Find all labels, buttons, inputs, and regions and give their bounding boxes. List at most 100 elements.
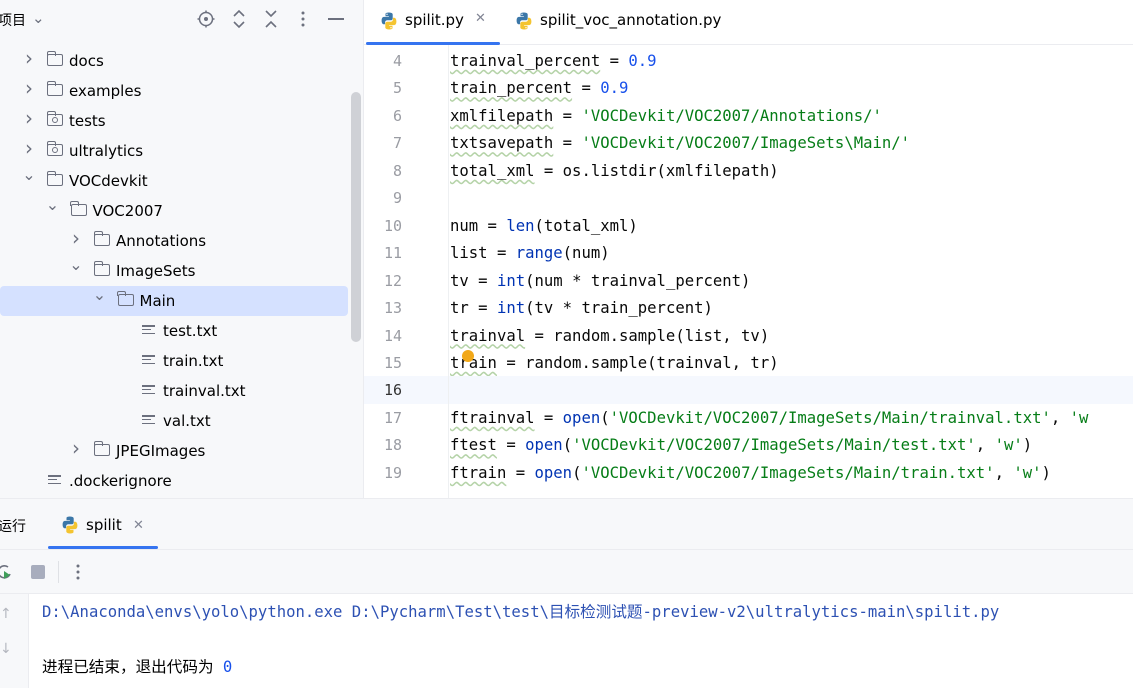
tree-item-label: Main <box>139 292 176 310</box>
chevron-right-icon[interactable]: › <box>22 108 36 128</box>
chevron-down-icon[interactable]: ⌄ <box>93 286 107 304</box>
line-number: 17 <box>383 408 402 427</box>
line-number: 14 <box>383 326 402 345</box>
tree-item[interactable]: › tests <box>0 106 348 136</box>
line-number: 10 <box>383 216 402 235</box>
tree-item[interactable]: ⌄ VOCdevkit <box>0 166 348 196</box>
line-number: 4 <box>392 52 402 70</box>
tree-item[interactable]: train.txt <box>0 346 348 376</box>
locate-icon[interactable] <box>197 10 215 28</box>
line-number: 6 <box>392 106 402 125</box>
code-text: ftest = open('VOCDevkit/VOC2007/ImageSet… <box>450 436 1033 455</box>
code-line[interactable]: 14 trainval = random.sample(list, tv) <box>364 322 1133 350</box>
arrow-down-icon[interactable]: ↓ <box>0 641 12 657</box>
code-line[interactable]: 10 num = len(total_xml) <box>364 212 1133 240</box>
tree-item[interactable]: ⌄ ImageSets <box>0 256 348 286</box>
run-panel: 运行 spilit ✕ ↑ ↓ D:\Anaconda\envs\yolo\py… <box>0 498 1133 688</box>
chevron-down-icon[interactable]: ⌄ <box>69 256 83 274</box>
chevron-right-icon[interactable]: › <box>69 438 83 458</box>
code-line[interactable]: 17 ftrainval = open('VOCDevkit/VOC2007/Im… <box>364 404 1133 432</box>
tree-item-label: JPEGImages <box>116 442 206 460</box>
code-line[interactable]: 6 xmlfilepath = 'VOCDevkit/VOC2007/Annota… <box>364 102 1133 130</box>
tab-spilit-voc-annotation-py[interactable]: spilit_voc_annotation.py <box>504 0 734 44</box>
editor-tab-bar: spilit.py ✕ spilit_voc_annotation.py <box>364 0 1133 45</box>
code-line[interactable]: 16 <box>364 376 1133 404</box>
line-number: 8 <box>392 161 402 180</box>
code-editor[interactable]: 4 trainval_percent = 0.9 5 train_percent = … <box>364 45 1133 498</box>
code-line[interactable]: 18 ftest = open('VOCDevkit/VOC2007/ImageS… <box>364 431 1133 459</box>
tree-item[interactable]: test.txt <box>0 316 348 346</box>
scrollbar-thumb[interactable] <box>351 92 361 342</box>
project-title[interactable]: 项目 <box>0 10 26 30</box>
tree-item-label: test.txt <box>163 322 218 340</box>
code-line[interactable]: 8 total_xml = os.listdir(xmlfilepath) <box>364 157 1133 185</box>
chevron-right-icon[interactable]: › <box>69 228 83 248</box>
tab-spilit-py[interactable]: spilit.py ✕ <box>364 0 500 45</box>
run-tab-bar: 运行 spilit ✕ <box>0 499 1133 550</box>
tree-item-label: docs <box>69 52 104 70</box>
tree-item[interactable]: › ultralytics <box>0 136 348 166</box>
stop-icon[interactable] <box>31 565 45 579</box>
minimize-icon[interactable] <box>328 18 344 20</box>
line-number: 15 <box>383 353 402 372</box>
code-line[interactable]: 13 tr = int(tv * train_percent) <box>364 294 1133 322</box>
run-side-toolbar: ↑ ↓ <box>0 594 29 688</box>
tree-item[interactable]: › Annotations <box>0 226 348 256</box>
code-text: trainval_percent = 0.9 <box>450 52 657 70</box>
text-file-icon <box>142 325 155 337</box>
tree-item[interactable]: .dockerignore <box>0 466 348 496</box>
tree-item[interactable]: ⌄ Main <box>0 286 348 316</box>
folder-icon <box>117 290 134 306</box>
code-text: xmlfilepath = 'VOCDevkit/VOC2007/Annotat… <box>450 106 882 125</box>
tree-item[interactable]: › examples <box>0 76 348 106</box>
chevron-down-icon[interactable]: ⌄ <box>46 196 60 214</box>
more-options-icon[interactable] <box>75 563 81 581</box>
exit-code: 0 <box>222 658 233 676</box>
code-line[interactable]: 12 tv = int(num * trainval_percent) <box>364 267 1133 295</box>
code-line[interactable]: 11 list = range(num) <box>364 239 1133 267</box>
tree-item-label: ImageSets <box>116 262 196 280</box>
tree-item-label: VOC2007 <box>92 202 163 220</box>
tree-item[interactable]: › docs <box>0 46 348 76</box>
chevron-down-icon[interactable]: ⌄ <box>22 166 36 184</box>
folder-icon <box>46 170 63 186</box>
active-tab-indicator <box>48 546 158 549</box>
code-line[interactable]: 7 txtsavepath = 'VOCDevkit/VOC2007/ImageS… <box>364 129 1133 157</box>
chevron-right-icon[interactable]: › <box>22 138 36 158</box>
package-folder-icon <box>46 140 63 156</box>
run-title: 运行 <box>0 519 26 535</box>
tree-item[interactable]: val.txt <box>0 406 348 436</box>
code-line[interactable]: 5 train_percent = 0.9 <box>364 74 1133 102</box>
tab-run-spilit[interactable]: spilit ✕ <box>46 499 159 549</box>
rerun-icon[interactable] <box>0 563 14 581</box>
collapse-all-icon[interactable] <box>263 9 279 29</box>
arrow-up-icon[interactable]: ↑ <box>0 606 12 622</box>
folder-icon <box>93 440 110 456</box>
chevron-down-icon[interactable]: ⌄ <box>32 9 45 27</box>
tab-label: spilit_voc_annotation.py <box>540 11 722 29</box>
chevron-right-icon[interactable]: › <box>22 78 36 98</box>
tree-item[interactable]: › JPEGImages <box>0 436 348 466</box>
close-icon[interactable]: ✕ <box>475 11 486 26</box>
expand-all-icon[interactable] <box>231 9 247 29</box>
more-options-icon[interactable] <box>300 10 306 28</box>
code-line[interactable]: 15 train = random.sample(trainval, tr) <box>364 349 1133 377</box>
code-line[interactable]: 4 trainval_percent = 0.9 <box>364 47 1133 75</box>
line-number: 16 <box>383 381 402 400</box>
tree-item-label: examples <box>69 82 142 100</box>
code-text: txtsavepath = 'VOCDevkit/VOC2007/ImageSe… <box>450 134 911 153</box>
code-text: total_xml = os.listdir(xmlfilepath) <box>450 161 779 180</box>
code-text: train = random.sample(trainval, tr) <box>450 353 779 372</box>
tree-item-label: Annotations <box>116 232 207 250</box>
exit-message: 进程已结束，退出代码为 <box>42 658 223 676</box>
close-icon[interactable]: ✕ <box>133 518 144 533</box>
intention-bulb-icon[interactable] <box>462 350 474 362</box>
run-toolbar <box>0 550 1133 594</box>
tree-item[interactable]: trainval.txt <box>0 376 348 406</box>
line-number: 9 <box>392 189 402 208</box>
tab-label: spilit.py <box>405 11 464 29</box>
tree-item[interactable]: ⌄ VOC2007 <box>0 196 348 226</box>
chevron-right-icon[interactable]: › <box>22 48 36 68</box>
code-line[interactable]: 9 <box>364 184 1133 212</box>
code-line[interactable]: 19 ftrain = open('VOCDevkit/VOC2007/Image… <box>364 459 1133 487</box>
